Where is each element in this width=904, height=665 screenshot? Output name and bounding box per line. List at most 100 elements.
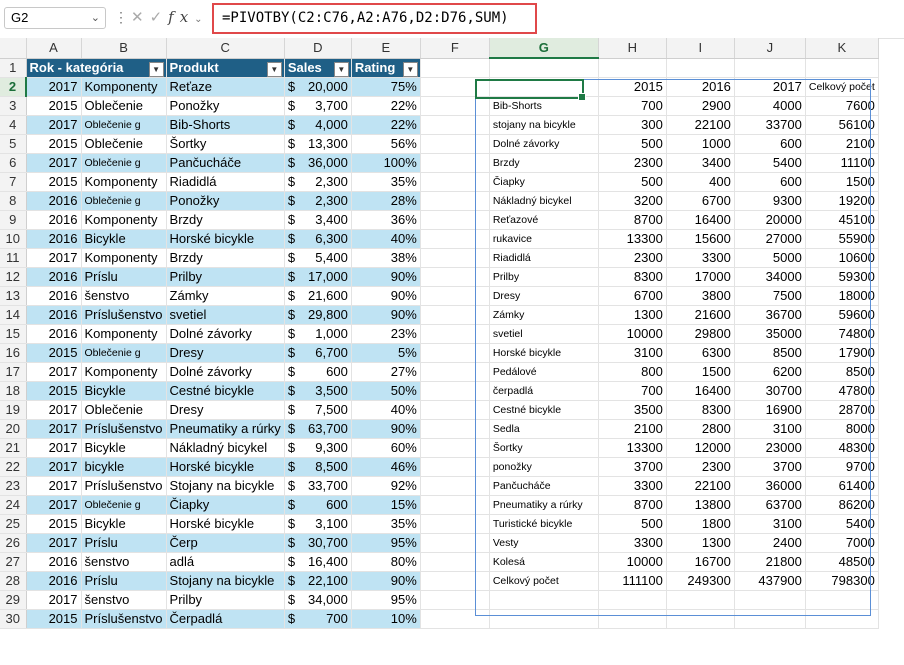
pivot-value-cell[interactable]: 17900 [805, 343, 879, 363]
row-header[interactable]: 26 [0, 533, 27, 553]
rating-cell[interactable]: 90% [351, 305, 421, 325]
empty-cell[interactable] [489, 609, 599, 629]
category-cell[interactable]: Oblečenie g [81, 115, 167, 135]
pivot-value-cell[interactable]: 9300 [734, 191, 806, 211]
empty-cell[interactable] [598, 609, 667, 629]
pivot-row-label[interactable]: Cestné bicykle [489, 400, 599, 420]
row-header[interactable]: 20 [0, 419, 27, 439]
sales-cell[interactable]: $5,400 [284, 248, 352, 268]
product-cell[interactable]: Bib-Shorts [166, 115, 285, 135]
row-header[interactable]: 15 [0, 324, 27, 344]
pivot-value-cell[interactable]: 2300 [666, 457, 735, 477]
pivot-value-cell[interactable]: 3800 [666, 286, 735, 306]
sales-cell[interactable]: $17,000 [284, 267, 352, 287]
pivot-row-label[interactable]: Dresy [489, 286, 599, 306]
pivot-value-cell[interactable]: 5400 [734, 153, 806, 173]
pivot-value-cell[interactable]: 6700 [598, 286, 667, 306]
year-cell[interactable]: 2017 [26, 362, 82, 382]
pivot-value-cell[interactable]: 86200 [805, 495, 879, 515]
pivot-row-label[interactable]: Pneumatiky a rúrky [489, 495, 599, 515]
rating-cell[interactable]: 35% [351, 172, 421, 192]
empty-cell[interactable] [420, 324, 490, 344]
pivot-value-cell[interactable]: 600 [734, 172, 806, 192]
pivot-value-cell[interactable]: 10000 [598, 324, 667, 344]
pivot-value-cell[interactable]: 34000 [734, 267, 806, 287]
row-header[interactable]: 22 [0, 457, 27, 477]
rating-cell[interactable]: 40% [351, 229, 421, 249]
row-header[interactable]: 29 [0, 590, 27, 610]
pivot-value-cell[interactable]: 48500 [805, 552, 879, 572]
pivot-value-cell[interactable]: 300 [598, 115, 667, 135]
table-header-year-category[interactable]: Rok - kategória ▼ [26, 58, 167, 78]
product-cell[interactable]: Dolné závorky [166, 324, 285, 344]
row-header[interactable]: 5 [0, 134, 27, 154]
year-cell[interactable]: 2015 [26, 514, 82, 534]
rating-cell[interactable]: 100% [351, 153, 421, 173]
name-box[interactable]: G2 ⌄ [4, 7, 106, 29]
insert-function-icon[interactable]: fx [168, 8, 194, 26]
filter-dropdown-icon[interactable]: ▼ [148, 61, 164, 76]
year-cell[interactable]: 2017 [26, 438, 82, 458]
product-cell[interactable]: svetiel [166, 305, 285, 325]
empty-cell[interactable] [420, 533, 490, 553]
product-cell[interactable]: Horské bicykle [166, 457, 285, 477]
spreadsheet-grid[interactable]: A B C D E F G H I J K 1 Rok - kategória ▼ Produkt ▼ Sale… [0, 38, 879, 629]
pivot-value-cell[interactable]: 3500 [598, 400, 667, 420]
product-cell[interactable]: Horské bicykle [166, 514, 285, 534]
sales-cell[interactable]: $13,300 [284, 134, 352, 154]
category-cell[interactable]: Príslu [81, 571, 167, 591]
product-cell[interactable]: Čerp [166, 533, 285, 553]
product-cell[interactable]: Šortky [166, 134, 285, 154]
pivot-column-header[interactable]: Celkový počet [805, 77, 879, 97]
category-cell[interactable]: Oblečenie [81, 134, 167, 154]
pivot-value-cell[interactable]: 6200 [734, 362, 806, 382]
product-cell[interactable]: Stojany na bicykle [166, 571, 285, 591]
pivot-value-cell[interactable]: 8500 [805, 362, 879, 382]
pivot-value-cell[interactable]: 5400 [805, 514, 879, 534]
rating-cell[interactable]: 23% [351, 324, 421, 344]
pivot-value-cell[interactable]: 3700 [598, 457, 667, 477]
sales-cell[interactable]: $700 [284, 609, 352, 629]
more-options-icon[interactable]: ⋮ [114, 9, 128, 26]
pivot-value-cell[interactable]: 500 [598, 172, 667, 192]
pivot-value-cell[interactable]: 8300 [666, 400, 735, 420]
empty-cell[interactable] [805, 590, 879, 610]
sales-cell[interactable]: $21,600 [284, 286, 352, 306]
category-cell[interactable]: Bicykle [81, 229, 167, 249]
category-cell[interactable]: Oblečenie [81, 400, 167, 420]
pivot-row-label[interactable]: rukavice [489, 229, 599, 249]
empty-cell[interactable] [734, 609, 806, 629]
empty-cell[interactable] [420, 571, 490, 591]
row-header[interactable]: 3 [0, 96, 27, 116]
row-header[interactable]: 4 [0, 115, 27, 135]
pivot-value-cell[interactable]: 13300 [598, 438, 667, 458]
empty-cell[interactable] [420, 381, 490, 401]
empty-cell[interactable] [420, 438, 490, 458]
rating-cell[interactable]: 60% [351, 438, 421, 458]
empty-cell[interactable] [420, 305, 490, 325]
empty-cell[interactable] [420, 590, 490, 610]
year-cell[interactable]: 2015 [26, 134, 82, 154]
pivot-value-cell[interactable]: 33700 [734, 115, 806, 135]
product-cell[interactable]: Dresy [166, 400, 285, 420]
pivot-value-cell[interactable]: 13800 [666, 495, 735, 515]
rating-cell[interactable]: 40% [351, 400, 421, 420]
empty-cell[interactable] [420, 286, 490, 306]
year-cell[interactable]: 2015 [26, 609, 82, 629]
category-cell[interactable]: Príslušenstvo [81, 476, 167, 496]
pivot-row-label[interactable]: Čiapky [489, 172, 599, 192]
pivot-row-label[interactable]: Kolesá [489, 552, 599, 572]
year-cell[interactable]: 2017 [26, 77, 82, 97]
sales-cell[interactable]: $3,700 [284, 96, 352, 116]
pivot-value-cell[interactable]: 23000 [734, 438, 806, 458]
pivot-value-cell[interactable]: 1300 [598, 305, 667, 325]
pivot-value-cell[interactable]: 10600 [805, 248, 879, 268]
sales-cell[interactable]: $600 [284, 362, 352, 382]
empty-cell[interactable] [420, 267, 490, 287]
pivot-row-label[interactable]: Turistické bicykle [489, 514, 599, 534]
category-cell[interactable]: Komponenty [81, 210, 167, 230]
pivot-value-cell[interactable]: 29800 [666, 324, 735, 344]
row-header[interactable]: 30 [0, 609, 27, 629]
row-header[interactable]: 25 [0, 514, 27, 534]
sales-cell[interactable]: $2,300 [284, 172, 352, 192]
